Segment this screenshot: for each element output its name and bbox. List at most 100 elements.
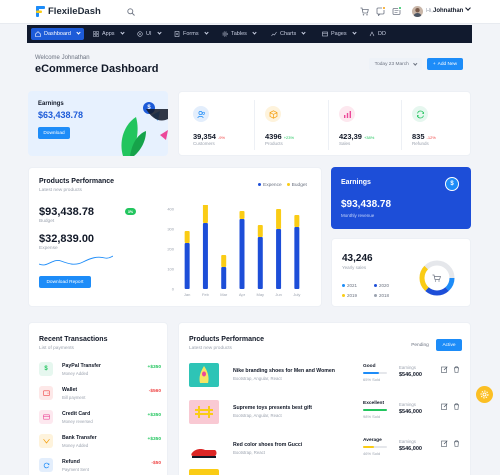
stat-pct: +23% bbox=[283, 135, 295, 140]
stat-refunds[interactable]: 835 -12% Refunds bbox=[404, 100, 472, 150]
stat-pct: +38% bbox=[363, 135, 375, 140]
trash-icon[interactable] bbox=[453, 403, 460, 410]
avatar[interactable] bbox=[412, 6, 423, 17]
monthly-earnings-subtitle: Monthly revenue bbox=[341, 213, 375, 218]
nav-label: UI bbox=[146, 31, 152, 37]
product-sold: 98% Sold bbox=[363, 414, 381, 419]
bar-expence-mar bbox=[221, 267, 227, 289]
file-icon bbox=[174, 31, 180, 37]
edit-icon[interactable] bbox=[441, 403, 448, 410]
stat-products[interactable]: 4396 +23% Products bbox=[257, 100, 325, 150]
user-greeting: Hi, bbox=[426, 8, 433, 14]
transaction-row[interactable]: Credit Card Money reversed +$350 bbox=[39, 408, 161, 430]
transaction-row[interactable]: $ PayPal Transfer Money Added +$350 bbox=[39, 360, 161, 382]
transaction-row[interactable]: Wallet Bill payment -$560 bbox=[39, 384, 161, 406]
stat-pct: -9% bbox=[217, 135, 226, 140]
monthly-earnings-card: Earnings $ $93,438.78 Monthly revenue bbox=[331, 167, 471, 229]
date-picker[interactable]: Today 23 March bbox=[369, 58, 422, 70]
product-tags: Bootstrap, React bbox=[233, 450, 266, 455]
tab-active[interactable]: Active bbox=[436, 339, 462, 351]
trash-icon[interactable] bbox=[453, 440, 460, 447]
legend-2018: 2018 bbox=[374, 293, 389, 298]
transaction-sub: Money Added bbox=[62, 371, 89, 376]
legend-2020: 2020 bbox=[374, 283, 389, 288]
yearly-sales-label: Yearly sales bbox=[342, 265, 367, 270]
bar-budget-apr bbox=[239, 211, 245, 219]
nav-dashboard[interactable]: Dashboard bbox=[31, 28, 84, 40]
trash-icon[interactable] bbox=[453, 366, 460, 373]
user-name[interactable]: Johnathan bbox=[433, 4, 472, 14]
edit-icon[interactable] bbox=[441, 440, 448, 447]
stat-customers[interactable]: 39,354 -9% Customers bbox=[185, 100, 253, 150]
bar-budget-jun bbox=[276, 209, 282, 229]
x-tick-label: Feb bbox=[202, 292, 210, 297]
transaction-amount: +$350 bbox=[147, 365, 161, 370]
layers-icon bbox=[137, 31, 143, 37]
x-tick-label: Apr bbox=[239, 292, 246, 297]
stat-label: Customers bbox=[193, 141, 215, 146]
search-icon[interactable] bbox=[127, 8, 135, 16]
logo-icon bbox=[36, 6, 45, 17]
dollar-badge: $ bbox=[445, 177, 459, 191]
bar-budget-feb bbox=[202, 205, 208, 223]
nav-tables[interactable]: Tables bbox=[218, 28, 260, 40]
earnings-illustration bbox=[121, 109, 168, 156]
x-tick-label: Jan bbox=[184, 292, 190, 297]
share-icon bbox=[369, 31, 375, 37]
transactions-card: Recent Transactions List of payments $ P… bbox=[28, 322, 168, 475]
product-row[interactable]: Nike branding shoes for Men and Women Bo… bbox=[189, 363, 464, 391]
nav-forms[interactable]: Forms bbox=[170, 28, 212, 40]
nav-label: Apps bbox=[102, 31, 115, 37]
products-table-title: Products Performance bbox=[189, 336, 265, 343]
settings-button[interactable] bbox=[476, 386, 493, 403]
bank-icon bbox=[39, 434, 53, 448]
pages-icon bbox=[322, 31, 328, 37]
nav-pages[interactable]: Pages bbox=[318, 28, 360, 40]
home-icon bbox=[35, 31, 41, 37]
stat-sales[interactable]: 423,39 +38% Sales bbox=[331, 100, 399, 150]
transaction-row[interactable]: Refund Payment Sent -$50 bbox=[39, 456, 161, 475]
tab-pending[interactable]: Pending bbox=[406, 339, 434, 351]
earnings-title: Earnings bbox=[38, 101, 64, 107]
nav-dd[interactable]: DD bbox=[365, 28, 390, 40]
expense-sparkline bbox=[39, 255, 113, 266]
product-image bbox=[189, 363, 219, 387]
transaction-amount: -$560 bbox=[148, 389, 161, 394]
y-tick-label: 400 bbox=[167, 207, 174, 212]
download-report-button[interactable]: Download Report bbox=[39, 276, 91, 288]
edit-icon[interactable] bbox=[441, 366, 448, 373]
download-button[interactable]: Download bbox=[38, 127, 70, 139]
product-tags: Bootstrap, Angular, React bbox=[233, 413, 282, 418]
budget-value: $93,438.78 bbox=[39, 206, 95, 218]
top-bar: FlexileDash Hi, Johnathan bbox=[0, 0, 500, 24]
product-row[interactable]: Red color shoes from Gucci Bootstrap, Re… bbox=[189, 437, 464, 465]
yearly-sales-card: 43,246 Yearly sales 2021 2020 2019 2018 bbox=[331, 238, 471, 307]
nav-label: DD bbox=[378, 31, 386, 37]
transaction-name: Wallet bbox=[62, 387, 78, 393]
transaction-amount: +$350 bbox=[147, 413, 161, 418]
transaction-row[interactable]: Bank Transfer Money Added +$350 bbox=[39, 432, 161, 454]
legend-2019: 2019 bbox=[342, 293, 357, 298]
nav-label: Tables bbox=[231, 31, 247, 37]
bar-expence-jun bbox=[276, 229, 282, 289]
nav-apps[interactable]: Apps bbox=[89, 28, 128, 40]
product-status: Excellent bbox=[363, 401, 385, 406]
product-row[interactable]: Supreme toys presents best gift Bootstra… bbox=[189, 400, 464, 428]
nav-charts[interactable]: Charts bbox=[267, 28, 309, 40]
product-name: Red color shoes from Gucci bbox=[233, 442, 303, 448]
cart-icon[interactable] bbox=[360, 7, 369, 16]
gear-icon bbox=[480, 390, 489, 399]
transaction-amount: +$350 bbox=[147, 437, 161, 442]
product-tags: Bootstrap, Angular, React bbox=[233, 376, 282, 381]
legend-2021: 2021 bbox=[342, 283, 357, 288]
bar-budget-mar bbox=[221, 255, 227, 267]
nav-ui[interactable]: UI bbox=[133, 28, 165, 40]
budget-pct-badge: 3% bbox=[125, 208, 136, 215]
stat-label: Sales bbox=[339, 141, 351, 146]
add-new-button[interactable]: + Add New bbox=[427, 58, 463, 70]
yearly-sales-value: 43,246 bbox=[342, 253, 373, 264]
product-sold: 46% Sold bbox=[363, 451, 381, 456]
transaction-sub: Money reversed bbox=[62, 419, 93, 424]
add-new-label: Add New bbox=[437, 61, 458, 67]
product-image bbox=[189, 437, 219, 461]
